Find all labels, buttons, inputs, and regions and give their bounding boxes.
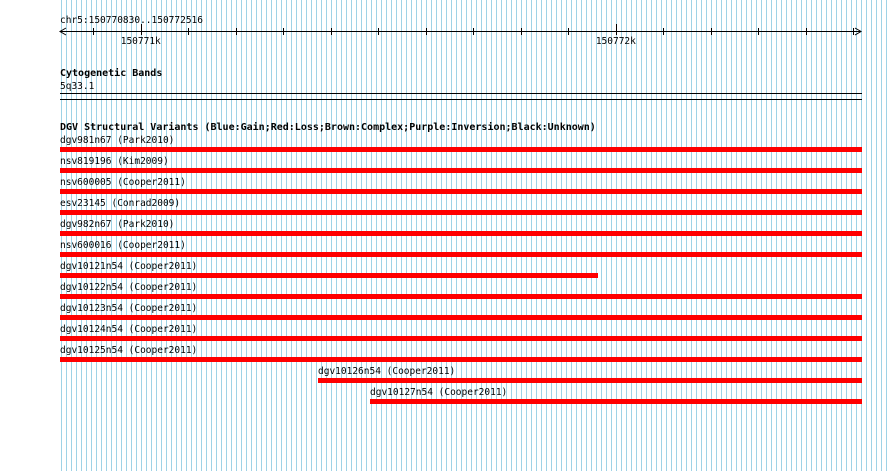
dgv-feature-label[interactable]: nsv600016 (Cooper2011) — [60, 240, 186, 251]
dgv-feature-bar[interactable] — [60, 168, 862, 173]
ruler-tick-label: 150771k — [121, 36, 161, 47]
dgv-feature-bar[interactable] — [60, 357, 862, 362]
dgv-feature-label[interactable]: dgv10127n54 (Cooper2011) — [370, 387, 507, 398]
dgv-feature-bar[interactable] — [370, 399, 862, 404]
dgv-feature-bar[interactable] — [60, 315, 862, 320]
cytoband-line-bottom — [60, 99, 862, 100]
dgv-feature-label[interactable]: dgv982n67 (Park2010) — [60, 219, 174, 230]
cytoband-line-top — [60, 93, 862, 94]
dgv-feature-bar[interactable] — [60, 147, 862, 152]
dgv-feature-label[interactable]: dgv10121n54 (Cooper2011) — [60, 261, 197, 272]
cytoband-track-title: Cytogenetic Bands — [60, 68, 163, 79]
dgv-feature-bar[interactable] — [60, 336, 862, 341]
dgv-feature-bar[interactable] — [60, 252, 862, 257]
genome-browser-panel: chr5:150770830..150772516 150771k 150772k… — [0, 0, 890, 471]
dgv-feature-label[interactable]: dgv10126n54 (Cooper2011) — [318, 366, 455, 377]
dgv-feature-label[interactable]: dgv10125n54 (Cooper2011) — [60, 345, 197, 356]
dgv-feature-bar[interactable] — [60, 294, 862, 299]
cytoband-label: 5q33.1 — [60, 81, 95, 92]
dgv-feature-bar[interactable] — [60, 273, 598, 278]
dgv-feature-bar[interactable] — [60, 189, 862, 194]
dgv-feature-label[interactable]: dgv10124n54 (Cooper2011) — [60, 324, 197, 335]
dgv-track-title: DGV Structural Variants (Blue:Gain;Red:L… — [60, 122, 596, 133]
dgv-feature-label[interactable]: nsv600005 (Cooper2011) — [60, 177, 186, 188]
ruler-tick-label: 150772k — [596, 36, 636, 47]
dgv-feature-bar[interactable] — [60, 231, 862, 236]
dgv-feature-label[interactable]: dgv10123n54 (Cooper2011) — [60, 303, 197, 314]
scale-ruler[interactable]: 150771k 150772k — [0, 0, 890, 60]
dgv-feature-label[interactable]: nsv819196 (Kim2009) — [60, 156, 169, 167]
dgv-feature-label[interactable]: dgv981n67 (Park2010) — [60, 135, 174, 146]
dgv-feature-bar[interactable] — [318, 378, 862, 383]
dgv-feature-label[interactable]: dgv10122n54 (Cooper2011) — [60, 282, 197, 293]
dgv-feature-label[interactable]: esv23145 (Conrad2009) — [60, 198, 180, 209]
dgv-feature-bar[interactable] — [60, 210, 862, 215]
